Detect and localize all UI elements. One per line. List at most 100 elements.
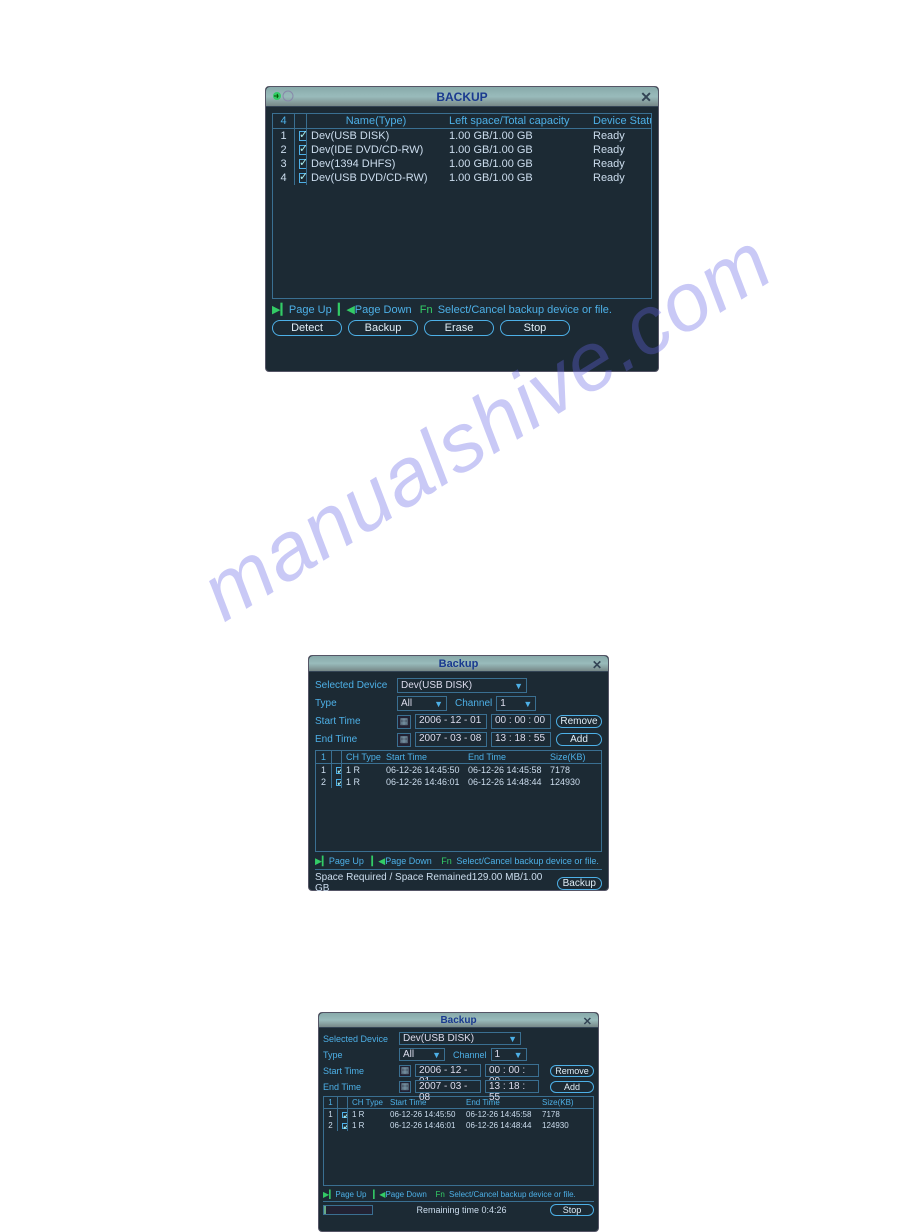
selected-device-label: Selected Device	[323, 1034, 395, 1044]
end-time-input[interactable]: 13 : 18 : 55	[491, 732, 551, 747]
chevron-down-icon: ▼	[434, 699, 443, 709]
end-time-label: End Time	[315, 734, 393, 745]
erase-button[interactable]: Erase	[424, 320, 494, 336]
titlebar: Backup ✕	[309, 656, 608, 672]
file-table: 1 CH Type Start Time End Time Size(KB) 1…	[323, 1096, 594, 1186]
col-end: End Time	[462, 1097, 538, 1108]
table-body: 1 Dev(USB DISK) 1.00 GB/1.00 GB Ready 2 …	[273, 129, 651, 185]
stop-button[interactable]: Stop	[550, 1204, 594, 1216]
arrow-icon: ▶▎	[323, 1190, 335, 1199]
window-title: Backup	[440, 1015, 476, 1026]
col-size: Size(KB)	[538, 1097, 593, 1108]
remove-button[interactable]: Remove	[550, 1065, 594, 1077]
page-up[interactable]: Page Up	[335, 1190, 366, 1199]
arrow-icon: ▎◀	[373, 1190, 385, 1199]
end-date-input[interactable]: 2007 - 03 - 08	[415, 732, 487, 747]
backup-button[interactable]: Backup	[348, 320, 418, 336]
type-label: Type	[315, 698, 393, 709]
close-icon[interactable]: ✕	[592, 658, 602, 672]
end-time-input[interactable]: 13 : 18 : 55	[485, 1080, 539, 1093]
col-start: Start Time	[386, 1097, 462, 1108]
page-down[interactable]: Page Down	[355, 304, 412, 316]
device-select[interactable]: Dev(USB DISK)▼	[399, 1032, 521, 1045]
file-table: 1 CH Type Start Time End Time Size(KB) 1…	[315, 750, 602, 852]
col-space: Left space/Total capacity	[445, 114, 589, 128]
table-row[interactable]: 1 Dev(USB DISK) 1.00 GB/1.00 GB Ready	[273, 129, 651, 143]
end-date-input[interactable]: 2007 - 03 - 08	[415, 1080, 481, 1093]
checkbox-icon[interactable]	[299, 131, 307, 141]
calendar-icon[interactable]: ▦	[399, 1065, 411, 1077]
backup-progress-window: Backup ✕ Selected Device Dev(USB DISK)▼ …	[318, 1012, 599, 1232]
table-row[interactable]: 1 1 R 06-12-26 14:45:50 06-12-26 14:45:5…	[324, 1109, 593, 1120]
arrow-icon: ▶▎	[315, 856, 329, 866]
type-label: Type	[323, 1050, 395, 1060]
titlebar: BACKUP ✕	[266, 87, 658, 107]
channel-select[interactable]: 1▼	[491, 1048, 527, 1061]
titlebar: Backup ✕	[319, 1013, 598, 1028]
fn-icon: Fn	[420, 304, 433, 316]
start-time-input[interactable]: 00 : 00 : 00	[491, 714, 551, 729]
type-select[interactable]: All▼	[399, 1048, 445, 1061]
close-icon[interactable]: ✕	[640, 89, 652, 106]
page-down[interactable]: Page Down	[385, 1190, 426, 1199]
pager-hint: ▶▎Page Up ▎◀Page Down Fn Select/Cancel b…	[323, 1190, 594, 1199]
col-count: 1	[316, 751, 332, 763]
progress-bar	[323, 1205, 373, 1215]
backup-button[interactable]: Backup	[557, 877, 602, 890]
table-row[interactable]: 3 Dev(1394 DHFS) 1.00 GB/1.00 GB Ready	[273, 157, 651, 171]
remaining-time: Remaining time 0:4:26	[416, 1205, 506, 1215]
start-time-label: Start Time	[315, 716, 393, 727]
table-row[interactable]: 2 1 R 06-12-26 14:46:01 06-12-26 14:48:4…	[324, 1120, 593, 1131]
calendar-icon[interactable]: ▦	[397, 733, 411, 747]
col-end: End Time	[464, 751, 546, 763]
col-ch: CH Type	[348, 1097, 386, 1108]
table-row[interactable]: 1 1 R 06-12-26 14:45:50 06-12-26 14:45:5…	[316, 764, 601, 776]
remove-button[interactable]: Remove	[556, 715, 602, 728]
col-size: Size(KB)	[546, 751, 601, 763]
channel-label: Channel	[455, 698, 492, 709]
chevron-down-icon: ▼	[508, 1034, 517, 1044]
checkbox-icon[interactable]	[299, 145, 307, 155]
calendar-icon[interactable]: ▦	[397, 715, 411, 729]
col-status: Device Status	[589, 114, 651, 128]
calendar-icon[interactable]: ▦	[399, 1081, 411, 1093]
pager-hint: ▶▎Page Up ▎◀Page Down Fn Select/Cancel b…	[272, 303, 652, 316]
col-ch: CH Type	[342, 751, 382, 763]
add-button[interactable]: Add	[550, 1081, 594, 1093]
arrow-icon: ▎◀	[371, 856, 385, 866]
window-title: BACKUP	[436, 90, 487, 104]
add-button[interactable]: Add	[556, 733, 602, 746]
channel-label: Channel	[453, 1050, 487, 1060]
close-icon[interactable]: ✕	[583, 1015, 592, 1028]
space-status: Space Required / Space Remained129.00 MB…	[315, 872, 557, 894]
chevron-down-icon: ▼	[523, 699, 532, 709]
table-row[interactable]: 2 1 R 06-12-26 14:46:01 06-12-26 14:48:4…	[316, 776, 601, 788]
arrow-icon: ▎◀	[338, 304, 355, 316]
selected-device-label: Selected Device	[315, 680, 393, 691]
page-up[interactable]: Page Up	[289, 304, 332, 316]
device-table: 4 Name(Type) Left space/Total capacity D…	[272, 113, 652, 299]
detect-button[interactable]: Detect	[272, 320, 342, 336]
end-time-label: End Time	[323, 1082, 395, 1092]
table-row[interactable]: 4 Dev(USB DVD/CD-RW) 1.00 GB/1.00 GB Rea…	[273, 171, 651, 185]
start-date-input[interactable]: 2006 - 12 - 01	[415, 1064, 481, 1077]
channel-select[interactable]: 1▼	[496, 696, 536, 711]
table-row[interactable]: 2 Dev(IDE DVD/CD-RW) 1.00 GB/1.00 GB Rea…	[273, 143, 651, 157]
start-date-input[interactable]: 2006 - 12 - 01	[415, 714, 487, 729]
chevron-down-icon: ▼	[432, 1050, 441, 1060]
col-count: 1	[324, 1097, 338, 1108]
checkbox-icon[interactable]	[299, 173, 307, 183]
device-select[interactable]: Dev(USB DISK)▼	[397, 678, 527, 693]
stop-button[interactable]: Stop	[500, 320, 570, 336]
type-select[interactable]: All▼	[397, 696, 447, 711]
pager-hint: ▶▎Page Up ▎◀Page Down Fn Select/Cancel b…	[315, 856, 602, 867]
backup-device-window: BACKUP ✕ 4 Name(Type) Left space/Total c…	[265, 86, 659, 372]
page-down[interactable]: Page Down	[385, 856, 432, 866]
chevron-down-icon: ▼	[514, 681, 523, 691]
start-time-input[interactable]: 00 : 00 : 00	[485, 1064, 539, 1077]
backup-icon	[270, 89, 298, 103]
col-name: Name(Type)	[307, 114, 445, 128]
page-up[interactable]: Page Up	[329, 856, 364, 866]
fn-icon: Fn	[435, 1190, 444, 1199]
checkbox-icon[interactable]	[299, 159, 307, 169]
